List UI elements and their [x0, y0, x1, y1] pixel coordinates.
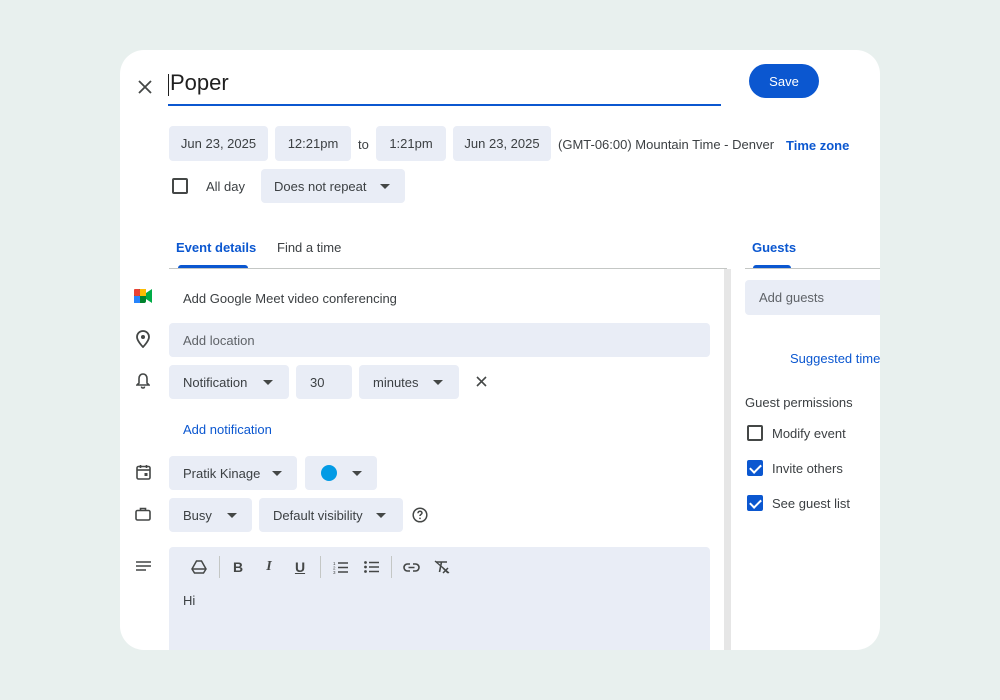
- remove-notification-icon[interactable]: [472, 372, 490, 390]
- availability-dropdown[interactable]: Busy: [169, 498, 252, 532]
- briefcase-icon: [134, 505, 152, 523]
- visibility-dropdown[interactable]: Default visibility: [259, 498, 403, 532]
- all-day-checkbox[interactable]: [172, 178, 188, 194]
- guests-divider: [745, 268, 880, 269]
- description-text: Hi: [183, 593, 196, 608]
- start-date-text: Jun 23, 2025: [180, 136, 257, 151]
- add-notification-link[interactable]: Add notification: [183, 422, 272, 437]
- timezone-link[interactable]: Time zone: [786, 138, 849, 153]
- color-swatch: [321, 465, 337, 481]
- see-guest-list-checkbox[interactable]: [747, 495, 763, 511]
- event-color-dropdown[interactable]: [305, 456, 377, 490]
- description-editor[interactable]: B I U 123 Hi: [169, 547, 710, 650]
- modify-event-label: Modify event: [772, 426, 846, 441]
- notification-amount-input[interactable]: 30: [296, 365, 352, 399]
- description-icon: [134, 557, 152, 575]
- to-label: to: [358, 137, 369, 152]
- location-pin-icon: [134, 330, 152, 348]
- save-button[interactable]: Save: [749, 64, 819, 98]
- calendar-icon: [134, 463, 152, 481]
- suggested-times-link[interactable]: Suggested time: [790, 351, 880, 366]
- all-day-label: All day: [206, 179, 246, 194]
- scrollbar[interactable]: [724, 269, 731, 650]
- notification-type-value: Notification: [183, 374, 248, 390]
- notification-unit-value: minutes: [373, 374, 419, 390]
- visibility-value: Default visibility: [273, 507, 363, 523]
- repeat-dropdown[interactable]: Does not repeat: [261, 169, 405, 203]
- add-meet-link[interactable]: Add Google Meet video conferencing: [183, 291, 397, 306]
- title-cursor: [168, 74, 169, 96]
- link-icon[interactable]: [401, 557, 421, 577]
- underline-icon[interactable]: U: [290, 557, 310, 577]
- start-date-field[interactable]: Jun 23, 2025: [169, 126, 268, 161]
- add-guests-placeholder: Add guests: [759, 290, 825, 305]
- tab-event-details[interactable]: Event details: [176, 240, 256, 255]
- location-placeholder: Add location: [183, 332, 255, 348]
- close-icon[interactable]: [134, 76, 156, 98]
- tab-guests[interactable]: Guests: [752, 240, 796, 255]
- start-time-text: 12:21pm: [287, 136, 339, 151]
- modify-event-checkbox[interactable]: [747, 425, 763, 441]
- chevron-down-icon: [433, 380, 443, 385]
- bell-icon: [134, 372, 152, 390]
- tabs-divider: [169, 268, 727, 269]
- toolbar-divider: [391, 556, 392, 578]
- bold-icon[interactable]: B: [228, 557, 248, 577]
- add-guests-input[interactable]: Add guests: [745, 280, 880, 315]
- availability-value: Busy: [183, 507, 212, 523]
- chevron-down-icon: [272, 471, 282, 476]
- bulleted-list-icon[interactable]: [361, 557, 381, 577]
- timezone-text: (GMT-06:00) Mountain Time - Denver: [558, 137, 775, 152]
- start-time-field[interactable]: 12:21pm: [275, 126, 351, 161]
- svg-text:3: 3: [333, 570, 336, 574]
- calendar-owner-value: Pratik Kinage: [183, 465, 261, 481]
- chevron-down-icon: [376, 513, 386, 518]
- numbered-list-icon[interactable]: 123: [330, 557, 350, 577]
- google-meet-icon: [134, 287, 152, 305]
- location-input[interactable]: Add location: [169, 323, 710, 357]
- calendar-owner-dropdown[interactable]: Pratik Kinage: [169, 456, 297, 490]
- notification-unit-dropdown[interactable]: minutes: [359, 365, 459, 399]
- chevron-down-icon: [380, 184, 390, 189]
- google-drive-icon[interactable]: [189, 557, 209, 577]
- chevron-down-icon: [263, 380, 273, 385]
- guest-permissions-heading: Guest permissions: [745, 395, 853, 410]
- chevron-down-icon: [352, 471, 362, 476]
- toolbar-divider: [320, 556, 321, 578]
- event-title-input[interactable]: Poper: [168, 68, 721, 106]
- event-editor-card: Poper Save Jun 23, 2025 12:21pm to 1:21p…: [120, 50, 880, 650]
- notification-type-dropdown[interactable]: Notification: [169, 365, 289, 399]
- end-date-field[interactable]: Jun 23, 2025: [453, 126, 551, 161]
- end-time-text: 1:21pm: [389, 136, 433, 151]
- end-date-text: Jun 23, 2025: [464, 136, 540, 151]
- see-guest-list-label: See guest list: [772, 496, 851, 511]
- repeat-value: Does not repeat: [274, 178, 367, 194]
- italic-icon[interactable]: I: [259, 557, 279, 577]
- clear-formatting-icon[interactable]: [432, 557, 452, 577]
- invite-others-checkbox[interactable]: [747, 460, 763, 476]
- event-title-text: Poper: [170, 70, 229, 95]
- notification-amount-value: 30: [310, 374, 325, 390]
- invite-others-label: Invite others: [772, 461, 843, 476]
- help-icon[interactable]: [411, 506, 429, 524]
- tab-find-a-time[interactable]: Find a time: [277, 240, 341, 255]
- chevron-down-icon: [227, 513, 237, 518]
- end-time-field[interactable]: 1:21pm: [376, 126, 446, 161]
- toolbar-divider: [219, 556, 220, 578]
